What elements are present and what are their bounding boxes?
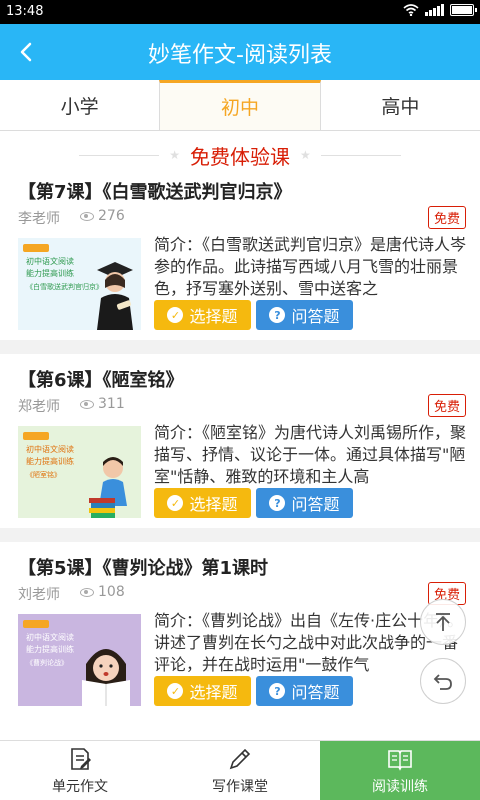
course-card[interactable]: 【第6课】《陋室铭》 郑老师 311 免费 初中语文阅读 能力提高训练 《陋室铭… <box>0 366 480 526</box>
view-count-value: 108 <box>98 584 125 600</box>
page-title: 妙笔作文-阅读列表 <box>148 43 332 68</box>
course-thumbnail[interactable]: 初中语文阅读 能力提高训练 《陋室铭》 <box>18 426 141 518</box>
divider <box>79 154 160 156</box>
teacher-name: 李老师 <box>18 211 60 227</box>
brand-logo <box>23 432 49 440</box>
nav-label: 单元作文 <box>52 778 108 795</box>
thumbnail-line2: 能力提高训练 <box>26 269 74 278</box>
teacher-name: 刘老师 <box>18 587 60 603</box>
divider <box>320 154 401 156</box>
brand-logo <box>23 620 49 628</box>
thumbnail-line1: 初中语文阅读 <box>26 633 74 642</box>
signal-icon <box>425 4 444 16</box>
status-bar: 13:48 <box>0 0 480 24</box>
eye-icon <box>80 211 94 221</box>
eye-icon <box>80 399 94 409</box>
checkmark-icon: ✓ <box>167 683 184 699</box>
button-label: 选择题 <box>189 495 238 514</box>
teacher-name: 郑老师 <box>18 399 60 415</box>
tab-junior[interactable]: 初中 <box>159 80 321 130</box>
open-book-icon <box>388 749 412 771</box>
status-time: 13:48 <box>6 4 44 19</box>
star-icon: ★ <box>300 148 311 162</box>
button-label: 问答题 <box>291 495 340 514</box>
button-label: 选择题 <box>189 683 238 702</box>
thumbnail-line1: 初中语文阅读 <box>26 445 74 454</box>
question-icon: ? <box>269 495 286 511</box>
girl-reading-icon <box>82 649 130 706</box>
graduate-figure-icon <box>97 262 133 330</box>
tab-senior[interactable]: 高中 <box>321 80 480 130</box>
course-card[interactable]: 【第7课】《白雪歌送武判官归京》 李老师 276 免费 初中语文阅读 能力提高训… <box>0 178 480 338</box>
thumbnail-line3: 《陋室铭》 <box>26 471 61 479</box>
thumbnail-line1: 初中语文阅读 <box>26 257 74 266</box>
view-count: 311 <box>80 396 125 412</box>
question-icon: ? <box>269 683 286 699</box>
qa-button[interactable]: ? 问答题 <box>256 488 353 518</box>
undo-button[interactable] <box>420 658 466 704</box>
student-with-books-icon <box>89 457 127 518</box>
checkmark-icon: ✓ <box>167 495 184 511</box>
view-count: 108 <box>80 584 125 600</box>
nav-writing-class[interactable]: 写作课堂 <box>160 741 320 800</box>
bottom-navigation: 单元作文 写作课堂 阅读训练 <box>0 740 480 800</box>
star-icon: ★ <box>169 148 180 162</box>
brand-logo <box>23 244 49 252</box>
course-thumbnail[interactable]: 初中语文阅读 能力提高训练 《白雪歌送武判官归京》 <box>18 238 141 330</box>
multiple-choice-button[interactable]: ✓ 选择题 <box>154 488 251 518</box>
card-separator <box>0 340 480 354</box>
thumbnail-line2: 能力提高训练 <box>26 645 74 654</box>
nav-label: 阅读训练 <box>372 778 428 795</box>
view-count: 276 <box>80 208 125 224</box>
app-header: 妙笔作文-阅读列表 <box>0 24 480 80</box>
eye-icon <box>80 587 94 597</box>
status-icons <box>403 4 477 16</box>
free-badge: 免费 <box>427 394 466 417</box>
button-label: 问答题 <box>291 307 340 326</box>
view-count-value: 276 <box>98 208 125 224</box>
button-label: 问答题 <box>291 683 340 702</box>
nav-unit-essay[interactable]: 单元作文 <box>0 741 160 800</box>
qa-button[interactable]: ? 问答题 <box>256 300 353 330</box>
free-section-heading: ★ 免费体验课 ★ <box>0 140 480 170</box>
thumbnail-line2: 能力提高训练 <box>26 457 74 466</box>
qa-button[interactable]: ? 问答题 <box>256 676 353 706</box>
course-intro: 简介：《白雪歌送武判官归京》是唐代诗人岑参的作品。此诗描写西域八月飞雪的壮丽景色… <box>154 235 466 296</box>
nav-reading-training[interactable]: 阅读训练 <box>320 741 480 800</box>
course-card[interactable]: 【第5课】《曹刿论战》第1课时 刘老师 108 免费 初中语文阅读 能力提高训练… <box>0 554 480 732</box>
section-title: 免费体验课 <box>190 144 290 169</box>
battery-icon <box>450 4 477 16</box>
question-icon: ? <box>269 307 286 323</box>
card-separator <box>0 528 480 542</box>
wifi-icon <box>403 4 419 16</box>
undo-icon <box>433 674 452 690</box>
view-count-value: 311 <box>98 396 125 412</box>
pencil-icon <box>229 748 251 769</box>
course-thumbnail[interactable]: 初中语文阅读 能力提高训练 《曹刿论战》 <box>18 614 141 706</box>
course-title[interactable]: 【第6课】《陋室铭》 <box>18 366 184 392</box>
nav-label: 写作课堂 <box>212 778 268 795</box>
grade-tabs: 小学 初中 高中 <box>0 80 480 131</box>
scroll-to-top-button[interactable] <box>420 599 466 645</box>
arrow-up-icon <box>436 613 450 631</box>
multiple-choice-button[interactable]: ✓ 选择题 <box>154 300 251 330</box>
multiple-choice-button[interactable]: ✓ 选择题 <box>154 676 251 706</box>
checkmark-icon: ✓ <box>167 307 184 323</box>
free-badge: 免费 <box>427 206 466 229</box>
thumbnail-line3: 《曹刿论战》 <box>26 659 68 667</box>
course-title[interactable]: 【第7课】《白雪歌送武判官归京》 <box>18 178 292 204</box>
button-label: 选择题 <box>189 307 238 326</box>
document-edit-icon <box>71 747 91 770</box>
tab-primary[interactable]: 小学 <box>0 80 159 130</box>
course-intro: 简介：《陋室铭》为唐代诗人刘禹锡所作，聚描写、抒情、议论于一体。通过具体描写"陋… <box>154 423 466 484</box>
course-title[interactable]: 【第5课】《曹刿论战》第1课时 <box>18 554 268 580</box>
